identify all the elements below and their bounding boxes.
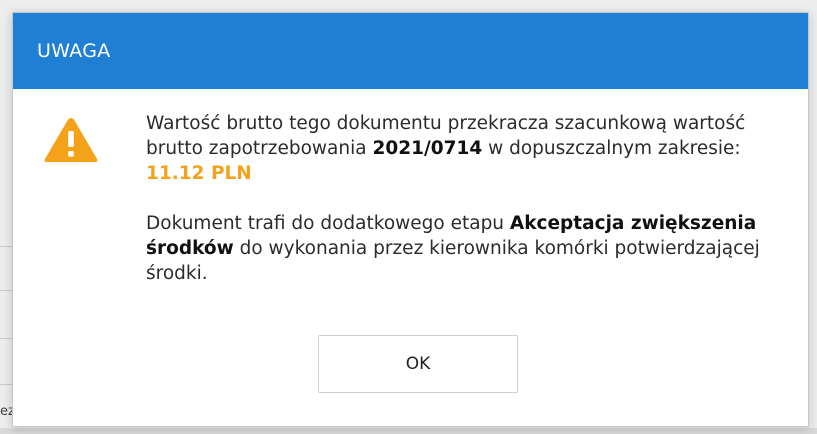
amount-value: 11.12 PLN [146,163,252,184]
document-number: 2021/0714 [372,138,483,159]
message-paragraph-1: Wartość brutto tego dokumentu przekracza… [146,111,766,186]
message-text: do wykonania przez kierownika komórki po… [146,238,760,284]
dialog-title: UWAGA [37,40,111,62]
dialog-titlebar: UWAGA [13,13,808,89]
background-footer [0,428,817,434]
ok-button[interactable]: OK [318,335,518,393]
dialog-body: Wartość brutto tego dokumentu przekracza… [13,89,808,428]
message-paragraph-2: Dokument trafi do dodatkowego etapu Akce… [146,211,766,286]
dialog-message: Wartość brutto tego dokumentu przekracza… [146,111,766,286]
warning-triangle-icon [42,115,100,165]
message-text: Dokument trafi do dodatkowego etapu [146,213,510,234]
message-text: w dopuszczalnym zakresie: [482,138,741,159]
warning-dialog: UWAGA Wartość brutto tego dokumentu prze… [12,12,809,427]
